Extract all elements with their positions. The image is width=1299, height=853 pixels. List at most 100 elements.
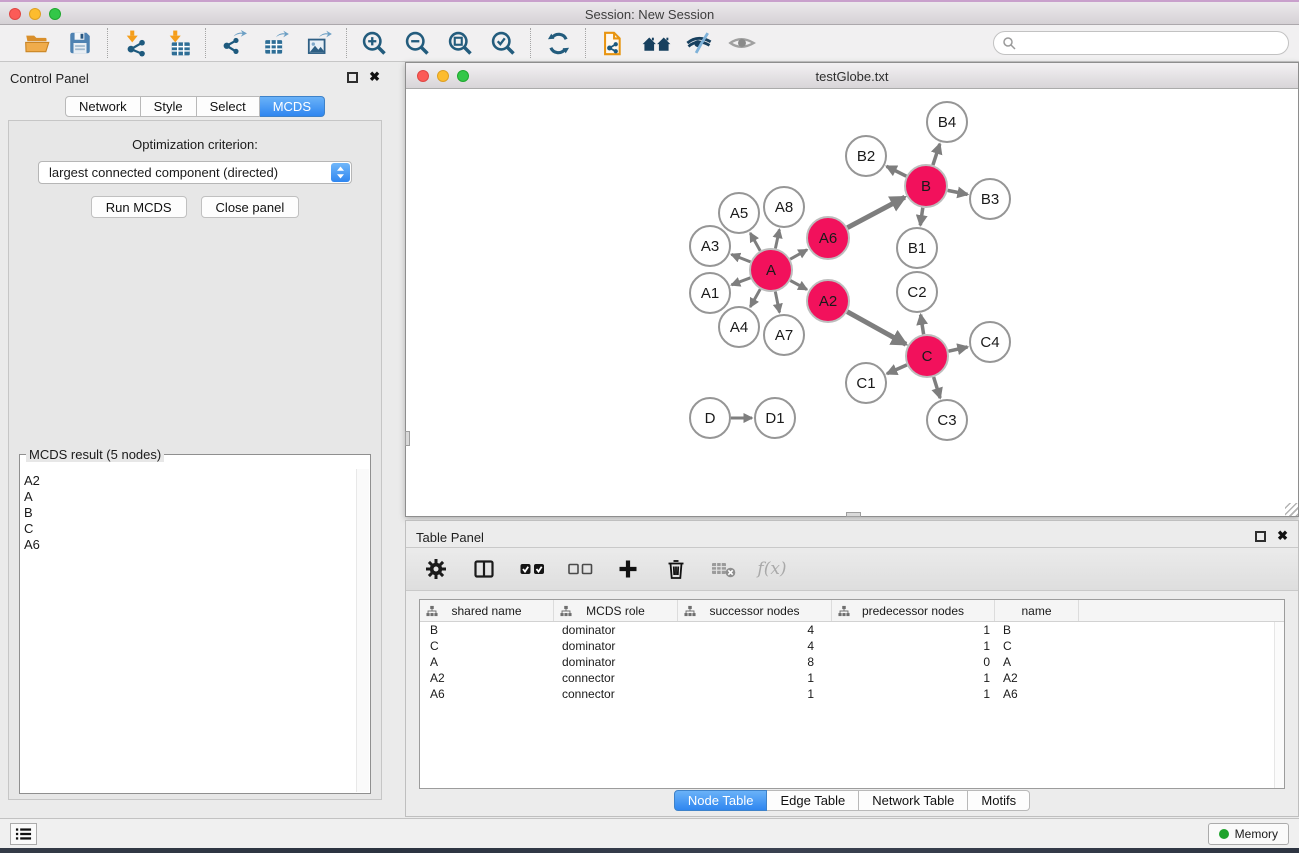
table-cell[interactable]: A <box>995 654 1079 670</box>
zoom-fit-button[interactable] <box>445 28 475 58</box>
result-item-a[interactable]: A <box>24 489 354 505</box>
task-history-button[interactable] <box>10 823 37 845</box>
table-row-c[interactable]: Cdominator41C <box>420 638 1284 654</box>
result-item-a2[interactable]: A2 <box>24 473 354 489</box>
graph-edge-C-C1[interactable] <box>887 365 907 374</box>
table-row-a2[interactable]: A2connector11A2 <box>420 670 1284 686</box>
graph-edge-C-C4[interactable] <box>949 347 968 351</box>
graph-edge-A-A8[interactable] <box>775 230 779 249</box>
graph-node-B[interactable]: B <box>905 165 947 207</box>
window-resize-grip-corner[interactable] <box>1285 503 1298 516</box>
graph-edge-B-B1[interactable] <box>920 208 923 225</box>
table-cell[interactable]: connector <box>554 670 678 686</box>
open-network-file-button[interactable] <box>598 28 628 58</box>
table-cell[interactable]: C <box>420 638 554 654</box>
result-item-a6[interactable]: A6 <box>24 537 354 553</box>
graph-node-C3[interactable]: C3 <box>927 400 967 440</box>
graph-node-A6[interactable]: A6 <box>807 217 849 259</box>
select-stepper-icon[interactable] <box>331 163 350 182</box>
column-header-predecessor-nodes[interactable]: predecessor nodes <box>832 600 995 621</box>
result-item-b[interactable]: B <box>24 505 354 521</box>
export-image-button[interactable] <box>304 28 334 58</box>
tab-motifs[interactable]: Motifs <box>968 790 1030 811</box>
network-canvas[interactable]: B4B2BB3A8A5A6A3B1AC2A1A2A4A7C4CC1C3DD1 <box>406 89 1298 516</box>
table-cell[interactable]: A <box>420 654 554 670</box>
graph-node-C[interactable]: C <box>906 335 948 377</box>
column-header-name[interactable]: name <box>995 600 1079 621</box>
window-resize-grip-bottom[interactable] <box>846 512 861 517</box>
select-all-button[interactable] <box>518 555 546 583</box>
column-header-MCDS-role[interactable]: MCDS role <box>554 600 678 621</box>
delete-column-button[interactable] <box>662 555 690 583</box>
table-row-a6[interactable]: A6connector11A6 <box>420 686 1284 702</box>
search-input[interactable] <box>1021 36 1280 50</box>
import-network-button[interactable] <box>120 28 150 58</box>
add-column-button[interactable] <box>614 555 642 583</box>
close-panel-icon[interactable]: ✖ <box>369 71 380 83</box>
table-cell[interactable]: 4 <box>678 638 832 654</box>
table-cell[interactable]: 0 <box>832 654 995 670</box>
graph-node-A7[interactable]: A7 <box>764 315 804 355</box>
table-cell[interactable]: B <box>995 622 1079 638</box>
table-settings-button[interactable] <box>422 555 450 583</box>
graph-edge-B-B3[interactable] <box>948 190 968 194</box>
table-cell[interactable]: A6 <box>995 686 1079 702</box>
graph-edge-A-A6[interactable] <box>790 250 807 260</box>
home-button[interactable] <box>641 28 671 58</box>
function-builder-button[interactable]: f(x) <box>758 555 786 583</box>
graph-edge-A-A4[interactable] <box>750 289 760 307</box>
graph-edge-A-A7[interactable] <box>775 292 779 313</box>
tab-style[interactable]: Style <box>141 96 197 117</box>
graph-node-A5[interactable]: A5 <box>719 193 759 233</box>
graph-node-A1[interactable]: A1 <box>690 273 730 313</box>
table-cell[interactable]: C <box>995 638 1079 654</box>
float-table-panel-icon[interactable] <box>1255 531 1266 542</box>
table-cell[interactable]: dominator <box>554 654 678 670</box>
delete-table-button[interactable] <box>710 555 738 583</box>
open-session-button[interactable] <box>22 28 52 58</box>
graph-node-C4[interactable]: C4 <box>970 322 1010 362</box>
graph-node-C2[interactable]: C2 <box>897 272 937 312</box>
table-cell[interactable]: dominator <box>554 622 678 638</box>
run-mcds-button[interactable]: Run MCDS <box>91 196 187 218</box>
show-hide-graphics-button[interactable] <box>727 28 757 58</box>
graph-edge-A-A5[interactable] <box>750 233 760 251</box>
table-row-b[interactable]: Bdominator41B <box>420 622 1284 638</box>
tab-mcds[interactable]: MCDS <box>260 96 325 117</box>
tab-select[interactable]: Select <box>197 96 260 117</box>
table-cell[interactable]: A6 <box>420 686 554 702</box>
criterion-select[interactable]: largest connected component (directed) <box>38 161 352 184</box>
graph-node-A8[interactable]: A8 <box>764 187 804 227</box>
graph-edge-A6-B[interactable] <box>847 197 904 228</box>
graph-edge-A-A1[interactable] <box>732 278 751 285</box>
table-row-a[interactable]: Adominator80A <box>420 654 1284 670</box>
zoom-selected-button[interactable] <box>488 28 518 58</box>
graph-edge-C-C3[interactable] <box>934 377 941 398</box>
tab-edge-table[interactable]: Edge Table <box>767 790 859 811</box>
graph-node-D[interactable]: D <box>690 398 730 438</box>
graph-node-C1[interactable]: C1 <box>846 363 886 403</box>
table-cell[interactable]: 4 <box>678 622 832 638</box>
float-panel-icon[interactable] <box>347 72 358 83</box>
export-network-button[interactable] <box>218 28 248 58</box>
graph-edge-C-C2[interactable] <box>921 315 924 335</box>
table-cell[interactable]: 1 <box>832 686 995 702</box>
table-scrollbar[interactable] <box>1274 622 1284 788</box>
zoom-out-button[interactable] <box>402 28 432 58</box>
graph-node-A2[interactable]: A2 <box>807 280 849 322</box>
table-cell[interactable]: 1 <box>678 686 832 702</box>
close-panel-button[interactable]: Close panel <box>201 196 300 218</box>
table-cell[interactable]: 1 <box>832 638 995 654</box>
graph-node-B1[interactable]: B1 <box>897 228 937 268</box>
table-cell[interactable]: A2 <box>995 670 1079 686</box>
result-scrollbar[interactable] <box>356 469 369 792</box>
close-table-panel-icon[interactable]: ✖ <box>1277 530 1288 542</box>
table-cell[interactable]: 1 <box>832 670 995 686</box>
table-cell[interactable]: 1 <box>678 670 832 686</box>
style-preview-button[interactable] <box>684 28 714 58</box>
memory-button[interactable]: Memory <box>1208 823 1289 845</box>
table-cell[interactable]: connector <box>554 686 678 702</box>
graph-node-B3[interactable]: B3 <box>970 179 1010 219</box>
network-window-titlebar[interactable]: testGlobe.txt <box>406 63 1298 89</box>
graph-node-D1[interactable]: D1 <box>755 398 795 438</box>
